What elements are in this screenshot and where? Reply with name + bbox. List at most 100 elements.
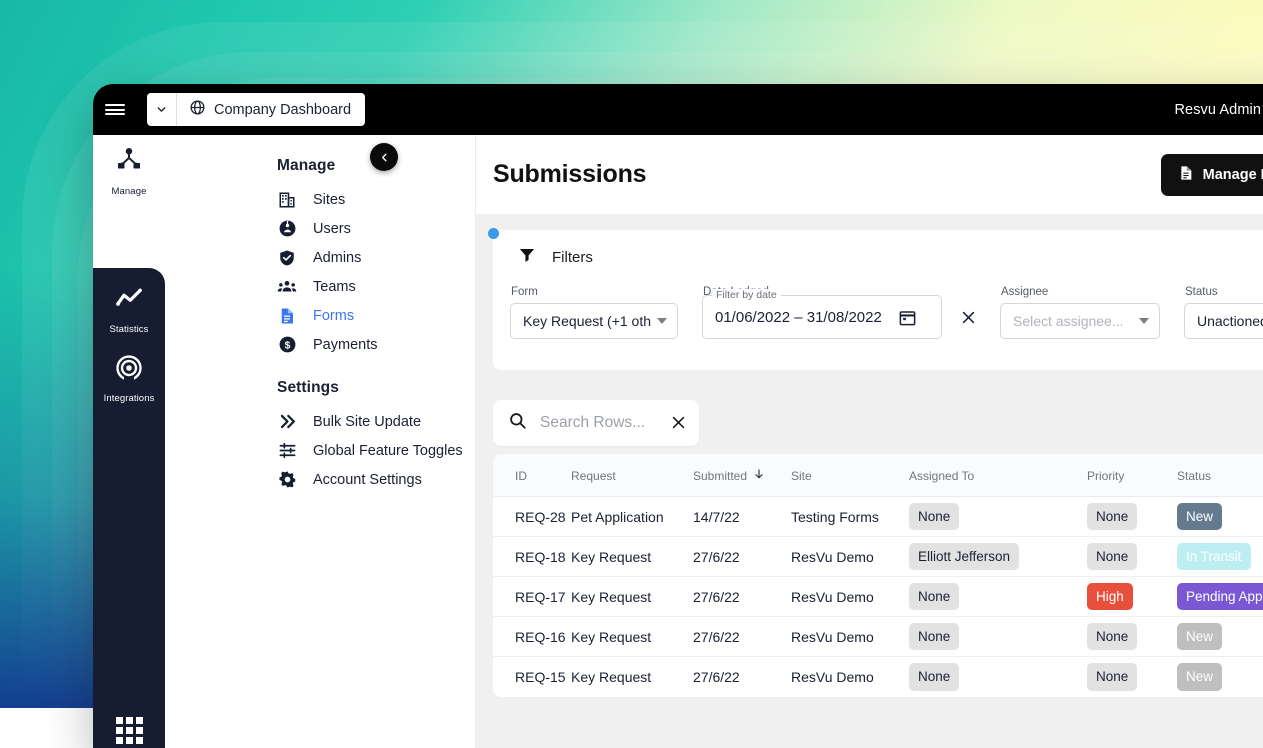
building-icon xyxy=(277,190,297,210)
cell-status: Pending Approval xyxy=(1177,577,1263,617)
filters-label: Filters xyxy=(552,249,593,266)
dollar-circle-icon: $ xyxy=(277,335,297,355)
cell-submitted: 27/6/22 xyxy=(693,617,791,657)
search-input[interactable] xyxy=(540,414,657,432)
cell-priority: None xyxy=(1087,497,1177,537)
cell-submitted: 27/6/22 xyxy=(693,577,791,617)
filter-status-field: Status Unactioned (+1 other) xyxy=(1184,286,1263,339)
document-icon xyxy=(277,306,297,326)
rail-item-engage[interactable]: Engage xyxy=(93,204,165,273)
column-header-label: Priority xyxy=(1087,469,1124,483)
shield-check-icon xyxy=(277,248,297,268)
menu-item-sites[interactable]: Sites xyxy=(165,185,475,214)
table-row[interactable]: REQ-15Key Request27/6/22ResVu DemoNoneNo… xyxy=(493,657,1263,697)
table-row[interactable]: REQ-16Key Request27/6/22ResVu DemoNoneNo… xyxy=(493,617,1263,657)
cell-priority-badge: High xyxy=(1087,583,1133,611)
menu-item-label: Users xyxy=(313,221,351,237)
table-row[interactable]: REQ-18Key Request27/6/22ResVu DemoElliot… xyxy=(493,537,1263,577)
menu-item-label: Payments xyxy=(313,337,377,353)
column-header-assigned-to[interactable]: Assigned To xyxy=(909,454,1087,497)
double-chevron-right-icon xyxy=(277,412,297,432)
cell-assigned-to: None xyxy=(909,497,1087,537)
cell-submitted: 27/6/22 xyxy=(693,537,791,577)
funnel-icon xyxy=(518,246,536,268)
grid-apps-icon[interactable] xyxy=(93,717,165,744)
rail-item-manage[interactable]: Manage xyxy=(93,135,165,204)
search-box[interactable] xyxy=(493,400,699,446)
collapse-sidebar-button[interactable] xyxy=(370,143,398,171)
cell-request: Pet Application xyxy=(571,497,693,537)
cell-site: ResVu Demo xyxy=(791,577,909,617)
search-clear-icon[interactable] xyxy=(670,414,687,431)
line-chart-icon xyxy=(114,284,144,319)
cell-priority: None xyxy=(1087,657,1177,697)
filters-card: Filters Form Key Request (+1 other) D xyxy=(493,230,1263,370)
table-row[interactable]: REQ-28Pet Application14/7/22Testing Form… xyxy=(493,497,1263,537)
filter-assignee-placeholder: Select assignee... xyxy=(1013,313,1133,329)
menu-item-label: Forms xyxy=(313,308,354,324)
filter-date-input[interactable]: Filter by date 01/06/2022 – 31/08/2022 xyxy=(702,295,942,339)
table-row[interactable]: REQ-17Key Request27/6/22ResVu DemoNoneHi… xyxy=(493,577,1263,617)
menu-item-payments[interactable]: $ Payments xyxy=(165,330,475,359)
column-header-label: Request xyxy=(571,469,616,483)
cell-assigned-to-badge: None xyxy=(909,663,959,691)
icon-rail: Manage Engage Statistics Integrations xyxy=(93,135,165,748)
calendar-icon[interactable] xyxy=(898,308,917,327)
cell-status: New xyxy=(1177,657,1263,697)
cell-submitted: 27/6/22 xyxy=(693,657,791,697)
menu-item-bulk-site-update[interactable]: Bulk Site Update xyxy=(165,407,475,436)
filter-date-clear-icon[interactable] xyxy=(960,309,977,326)
menu-item-label: Bulk Site Update xyxy=(313,414,421,430)
rail-item-statistics[interactable]: Statistics xyxy=(93,273,165,342)
column-header-label: Submitted xyxy=(693,469,747,483)
filter-status-select[interactable]: Unactioned (+1 other) xyxy=(1184,303,1263,339)
column-header-label: Site xyxy=(791,469,812,483)
menu-item-users[interactable]: Users xyxy=(165,214,475,243)
rail-item-label: Integrations xyxy=(104,393,155,404)
submissions-table: ID Request Submitted xyxy=(493,454,1263,697)
site-switcher[interactable]: Company Dashboard xyxy=(147,93,365,126)
hamburger-icon[interactable] xyxy=(93,84,137,135)
table-toolbar xyxy=(493,391,1263,454)
column-header-id[interactable]: ID xyxy=(493,454,571,497)
manage-forms-button[interactable]: Manage Forms xyxy=(1161,154,1263,196)
rail-item-integrations[interactable]: Integrations xyxy=(93,342,165,411)
cell-assigned-to-badge: None xyxy=(909,623,959,651)
filter-form-select[interactable]: Key Request (+1 other) xyxy=(510,303,678,339)
cell-id: REQ-28 xyxy=(493,497,571,537)
filter-date-field: Date Lodged Filter by date 01/06/2022 – … xyxy=(702,286,942,339)
menu-item-label: Admins xyxy=(313,250,361,266)
table-header-row: ID Request Submitted xyxy=(493,454,1263,497)
target-ripple-icon xyxy=(114,353,144,388)
filter-status-value: Unactioned (+1 other) xyxy=(1197,313,1263,329)
column-header-request[interactable]: Request xyxy=(571,454,693,497)
cell-request: Key Request xyxy=(571,617,693,657)
cell-priority-badge: None xyxy=(1087,503,1137,531)
menu-item-label: Teams xyxy=(313,279,356,295)
filter-assignee-select[interactable]: Select assignee... xyxy=(1000,303,1160,339)
menu-item-teams[interactable]: Teams xyxy=(165,272,475,301)
content-area: Submissions Manage Forms Filters xyxy=(476,135,1263,748)
menu-item-forms[interactable]: Forms xyxy=(165,301,475,330)
cell-status-badge: New xyxy=(1177,663,1222,691)
menu-item-admins[interactable]: Admins xyxy=(165,243,475,272)
cell-id: REQ-16 xyxy=(493,617,571,657)
filter-assignee-label: Assignee xyxy=(1000,286,1160,298)
column-header-site[interactable]: Site xyxy=(791,454,909,497)
menu-item-account-settings[interactable]: Account Settings xyxy=(165,465,475,494)
cell-priority: None xyxy=(1087,617,1177,657)
column-header-label: Assigned To xyxy=(909,469,974,483)
column-header-priority[interactable]: Priority xyxy=(1087,454,1177,497)
chevron-down-icon[interactable] xyxy=(147,93,177,126)
rail-item-label: Engage xyxy=(112,255,145,266)
filter-form-value: Key Request (+1 other) xyxy=(523,313,651,329)
menu-item-global-feature-toggles[interactable]: Global Feature Toggles xyxy=(165,436,475,465)
cell-status: New xyxy=(1177,617,1263,657)
cell-request: Key Request xyxy=(571,537,693,577)
column-header-status[interactable]: Status xyxy=(1177,454,1263,497)
navigation-menu: Manage Sites Users Admins Teams xyxy=(165,135,476,748)
menu-item-label: Global Feature Toggles xyxy=(313,443,463,459)
filter-form-label: Form xyxy=(510,286,678,298)
cell-site: ResVu Demo xyxy=(791,617,909,657)
column-header-submitted[interactable]: Submitted xyxy=(693,454,791,497)
